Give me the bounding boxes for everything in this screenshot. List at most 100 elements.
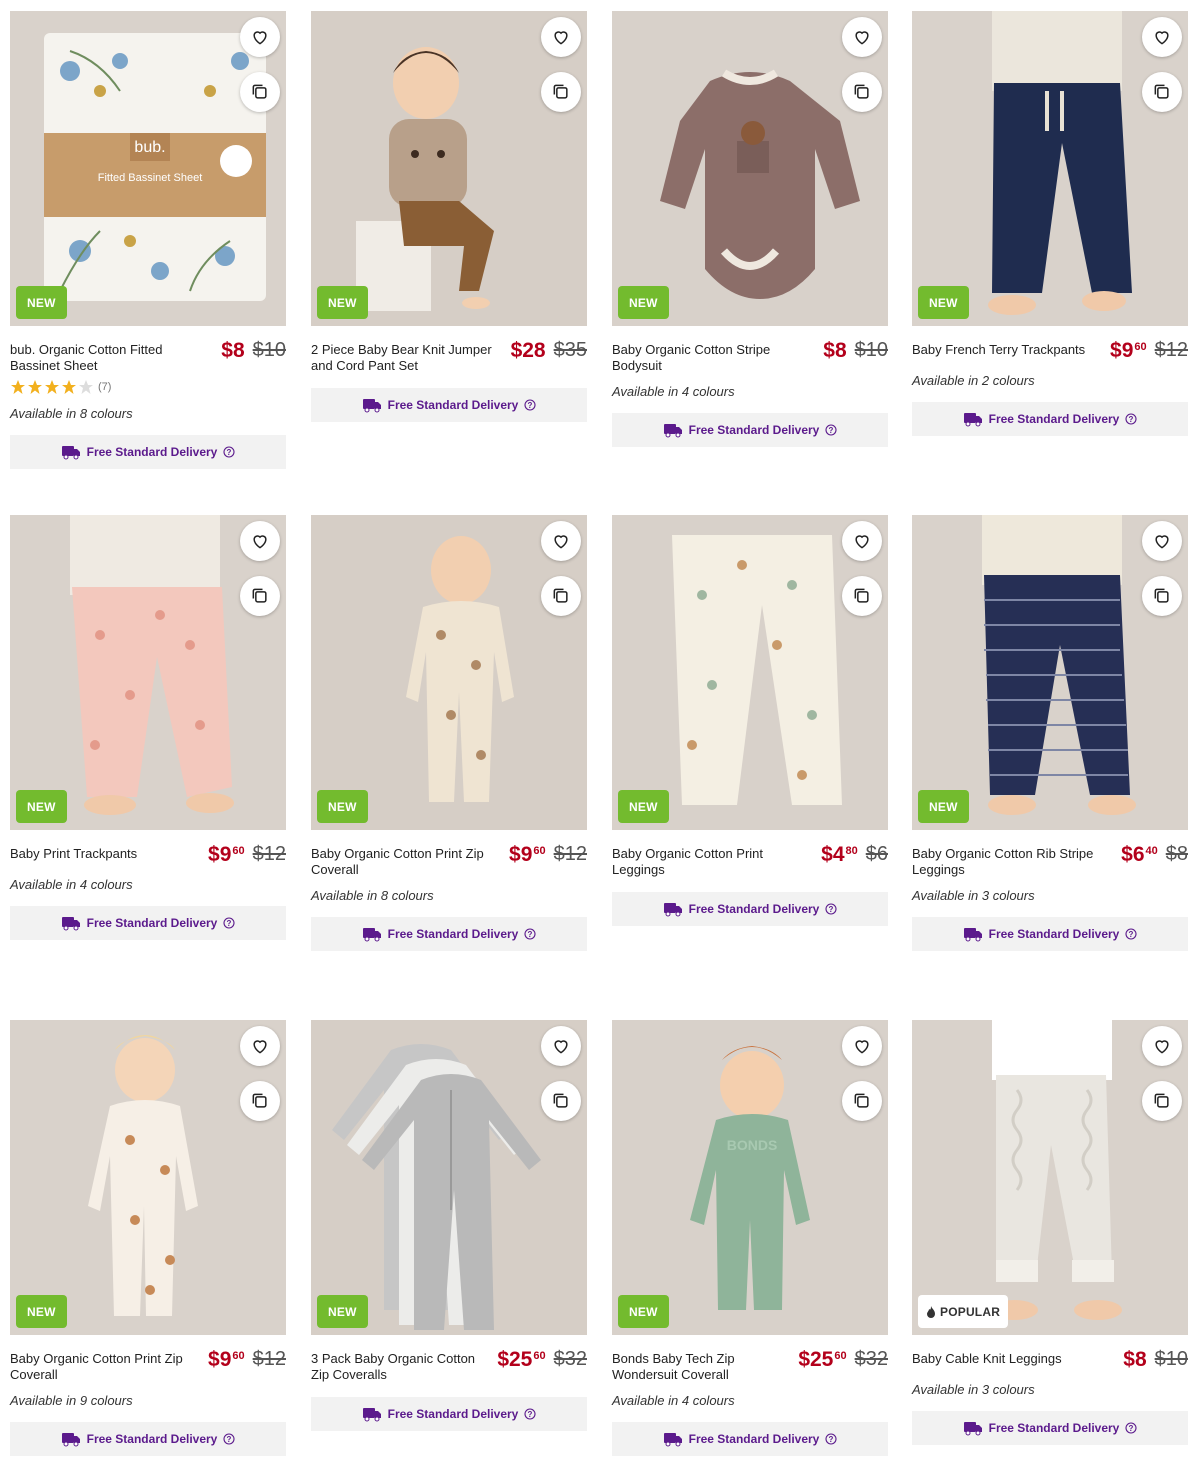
product-card[interactable]: NEW Baby Organic Cotton Print Zip Covera… bbox=[10, 1020, 286, 1456]
current-price: $9 60 bbox=[208, 1348, 245, 1371]
compare-button[interactable] bbox=[541, 72, 581, 112]
free-delivery-banner[interactable]: Free Standard Delivery ? bbox=[10, 1422, 286, 1456]
free-delivery-banner[interactable]: Free Standard Delivery ? bbox=[612, 892, 888, 926]
deer-coverall-image[interactable]: NEW bbox=[10, 1020, 286, 1335]
current-price: $25 60 bbox=[497, 1348, 546, 1371]
help-icon[interactable]: ? bbox=[825, 424, 837, 436]
compare-icon bbox=[252, 1093, 267, 1108]
help-icon[interactable]: ? bbox=[825, 1433, 837, 1445]
free-delivery-banner[interactable]: Free Standard Delivery ? bbox=[612, 413, 888, 447]
compare-button[interactable] bbox=[240, 576, 280, 616]
add-to-wishlist-button[interactable] bbox=[842, 521, 882, 561]
bassinet-sheet-image[interactable]: bub. Fitted Bassinet Sheet NEW bbox=[10, 11, 286, 326]
heart-icon bbox=[1155, 1040, 1169, 1054]
help-icon[interactable]: ? bbox=[524, 1408, 536, 1420]
product-title[interactable]: Baby Print Trackpants bbox=[10, 846, 195, 862]
help-icon[interactable]: ? bbox=[223, 446, 235, 458]
compare-button[interactable] bbox=[842, 576, 882, 616]
add-to-wishlist-button[interactable] bbox=[240, 521, 280, 561]
add-to-wishlist-button[interactable] bbox=[1142, 17, 1182, 57]
print-leggings-image[interactable]: NEW bbox=[612, 515, 888, 830]
help-icon[interactable]: ? bbox=[825, 903, 837, 915]
stars-icon bbox=[11, 380, 93, 394]
star-rating[interactable]: (7) bbox=[10, 378, 286, 396]
cable-leggings-image[interactable]: POPULAR bbox=[912, 1020, 1188, 1335]
compare-button[interactable] bbox=[1142, 72, 1182, 112]
delivery-truck-icon bbox=[362, 399, 381, 413]
product-card[interactable]: NEW 2 Piece Baby Bear Knit Jumper and Co… bbox=[311, 11, 587, 422]
add-to-wishlist-button[interactable] bbox=[842, 1026, 882, 1066]
add-to-wishlist-button[interactable] bbox=[240, 1026, 280, 1066]
product-title[interactable]: 2 Piece Baby Bear Knit Jumper and Cord P… bbox=[311, 342, 496, 374]
compare-button[interactable] bbox=[541, 576, 581, 616]
add-to-wishlist-button[interactable] bbox=[541, 1026, 581, 1066]
add-to-wishlist-button[interactable] bbox=[1142, 521, 1182, 561]
free-delivery-banner[interactable]: Free Standard Delivery ? bbox=[912, 1411, 1188, 1445]
product-title[interactable]: Baby Organic Cotton Stripe Bodysuit bbox=[612, 342, 797, 374]
product-card[interactable]: POPULAR Baby Cable Knit Leggings $8 $10 … bbox=[912, 1020, 1188, 1445]
free-delivery-banner[interactable]: Free Standard Delivery ? bbox=[311, 1397, 587, 1431]
help-icon[interactable]: ? bbox=[1125, 1422, 1137, 1434]
trackpants-image[interactable]: NEW bbox=[912, 11, 1188, 326]
product-price: $4 80 $6 bbox=[821, 843, 888, 867]
product-card[interactable]: BONDS NEW Bonds Baby Tech Zip Wondersuit… bbox=[612, 1020, 888, 1456]
rib-leggings-image[interactable]: NEW bbox=[912, 515, 1188, 830]
product-title[interactable]: Baby Organic Cotton Print Zip Coverall bbox=[10, 1351, 195, 1383]
free-delivery-banner[interactable]: Free Standard Delivery ? bbox=[912, 917, 1188, 951]
compare-button[interactable] bbox=[842, 72, 882, 112]
free-delivery-banner[interactable]: Free Standard Delivery ? bbox=[311, 388, 587, 422]
product-title[interactable]: Baby Organic Cotton Print Leggings bbox=[612, 846, 797, 878]
compare-button[interactable] bbox=[1142, 576, 1182, 616]
help-icon[interactable]: ? bbox=[223, 1433, 235, 1445]
product-title[interactable]: Baby Organic Cotton Rib Stripe Leggings bbox=[912, 846, 1097, 878]
free-delivery-banner[interactable]: Free Standard Delivery ? bbox=[10, 435, 286, 469]
help-icon[interactable]: ? bbox=[1125, 928, 1137, 940]
delivery-label: Free Standard Delivery bbox=[387, 398, 519, 412]
compare-button[interactable] bbox=[541, 1081, 581, 1121]
product-card[interactable]: NEW Baby French Terry Trackpants $9 60 $1… bbox=[912, 11, 1188, 436]
bodysuit-image[interactable]: NEW bbox=[612, 11, 888, 326]
product-card[interactable]: bub. Fitted Bassinet Sheet NEW bub. Orga… bbox=[10, 11, 286, 469]
print-trackpants-image[interactable]: NEW bbox=[10, 515, 286, 830]
free-delivery-banner[interactable]: Free Standard Delivery ? bbox=[10, 906, 286, 940]
add-to-wishlist-button[interactable] bbox=[541, 521, 581, 561]
product-card[interactable]: NEW Baby Organic Cotton Rib Stripe Leggi… bbox=[912, 515, 1188, 951]
delivery-label: Free Standard Delivery bbox=[688, 1432, 820, 1446]
free-delivery-banner[interactable]: Free Standard Delivery ? bbox=[612, 1422, 888, 1456]
product-card[interactable]: NEW 3 Pack Baby Organic Cotton Zip Cover… bbox=[311, 1020, 587, 1431]
wondersuit-image[interactable]: BONDS NEW bbox=[612, 1020, 888, 1335]
help-icon[interactable]: ? bbox=[524, 399, 536, 411]
knit-jumper-image[interactable]: NEW bbox=[311, 11, 587, 326]
free-delivery-banner[interactable]: Free Standard Delivery ? bbox=[912, 402, 1188, 436]
compare-icon bbox=[553, 588, 568, 603]
colour-availability: Available in 8 colours bbox=[10, 406, 133, 421]
package-brand-text: bub. bbox=[134, 139, 165, 156]
product-title[interactable]: Baby French Terry Trackpants bbox=[912, 342, 1097, 358]
coverall-pack-image[interactable]: NEW bbox=[311, 1020, 587, 1335]
product-title[interactable]: 3 Pack Baby Organic Cotton Zip Coveralls bbox=[311, 1351, 496, 1383]
zip-coverall-image[interactable]: NEW bbox=[311, 515, 587, 830]
delivery-truck-icon bbox=[61, 446, 80, 460]
help-icon[interactable]: ? bbox=[524, 928, 536, 940]
compare-button[interactable] bbox=[240, 72, 280, 112]
free-delivery-banner[interactable]: Free Standard Delivery ? bbox=[311, 917, 587, 951]
add-to-wishlist-button[interactable] bbox=[1142, 1026, 1182, 1066]
add-to-wishlist-button[interactable] bbox=[541, 17, 581, 57]
add-to-wishlist-button[interactable] bbox=[240, 17, 280, 57]
compare-button[interactable] bbox=[842, 1081, 882, 1121]
product-title[interactable]: bub. Organic Cotton Fitted Bassinet Shee… bbox=[10, 342, 195, 374]
product-title[interactable]: Bonds Baby Tech Zip Wondersuit Coverall bbox=[612, 1351, 797, 1383]
compare-button[interactable] bbox=[1142, 1081, 1182, 1121]
product-card[interactable]: NEW Baby Organic Cotton Stripe Bodysuit … bbox=[612, 11, 888, 447]
product-card[interactable]: NEW Baby Organic Cotton Print Leggings $… bbox=[612, 515, 888, 926]
product-card[interactable]: NEW Baby Print Trackpants $9 60 $12 Avail… bbox=[10, 515, 286, 940]
compare-button[interactable] bbox=[240, 1081, 280, 1121]
help-icon[interactable]: ? bbox=[223, 917, 235, 929]
product-title[interactable]: Baby Organic Cotton Print Zip Coverall bbox=[311, 846, 496, 878]
add-to-wishlist-button[interactable] bbox=[842, 17, 882, 57]
product-title[interactable]: Baby Cable Knit Leggings bbox=[912, 1351, 1097, 1367]
product-card[interactable]: NEW Baby Organic Cotton Print Zip Covera… bbox=[311, 515, 587, 951]
help-icon[interactable]: ? bbox=[1125, 413, 1137, 425]
was-price: $12 bbox=[252, 1348, 286, 1370]
current-price: $25 60 bbox=[798, 1348, 847, 1371]
